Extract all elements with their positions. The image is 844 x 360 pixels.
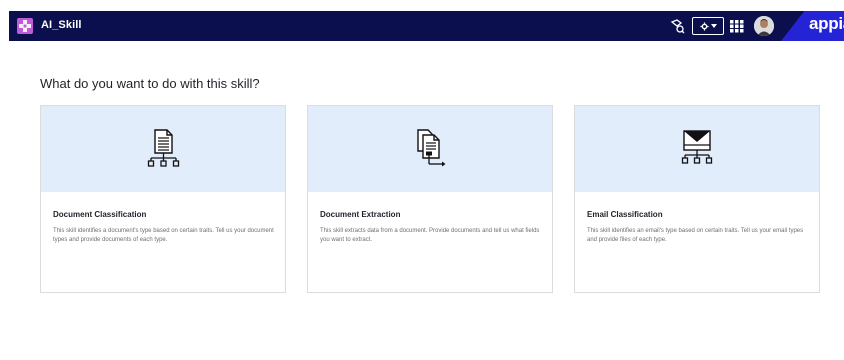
document-extraction-card[interactable]: Document Extraction This skill extracts … [307, 105, 553, 293]
app-icon[interactable] [17, 18, 33, 34]
card-title: Document Classification [53, 210, 147, 219]
chevron-down-icon [710, 24, 717, 28]
email-classification-card[interactable]: Email Classification This skill identifi… [574, 105, 820, 293]
card-banner [41, 106, 285, 192]
top-navigation-bar: AI_Skill appi [9, 11, 844, 41]
document-classification-icon [147, 129, 180, 167]
card-title: Document Extraction [320, 210, 401, 219]
user-avatar[interactable] [754, 16, 774, 36]
card-description: This skill identifies a document's type … [53, 228, 274, 243]
gear-icon [699, 21, 709, 31]
page-heading: What do you want to do with this skill? [40, 76, 260, 91]
document-classification-card[interactable]: Document Classification This skill ident… [40, 105, 286, 293]
email-classification-icon [681, 130, 713, 164]
skill-icon[interactable] [668, 17, 686, 35]
app-title[interactable]: AI_Skill [41, 19, 82, 31]
card-banner [575, 106, 819, 192]
brand-wordmark: appian [809, 14, 844, 33]
apps-grid-button[interactable] [730, 19, 746, 33]
card-banner [308, 106, 552, 192]
card-description: This skill identifies an email's type ba… [587, 228, 804, 243]
card-description: This skill extracts data from a document… [320, 228, 540, 243]
document-extraction-icon [417, 129, 446, 167]
grid-icon [730, 20, 744, 33]
card-title: Email Classification [587, 210, 663, 219]
settings-menu-button[interactable] [692, 17, 724, 35]
brand-logo: appian [773, 11, 844, 41]
